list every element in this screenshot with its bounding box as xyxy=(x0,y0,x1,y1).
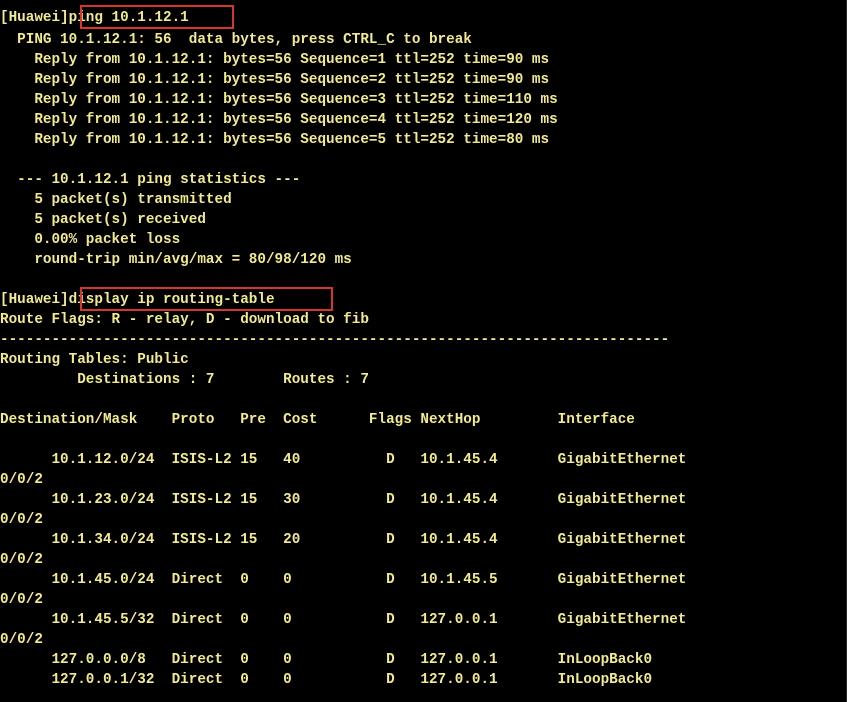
table-row: 127.0.0.1/32 Direct 0 0 D 127.0.0.1 InLo… xyxy=(0,672,653,688)
stats-title-line: --- 10.1.12.1 ping statistics --- xyxy=(0,172,301,188)
reply-line-1: Reply from 10.1.12.1: bytes=56 Sequence=… xyxy=(0,52,550,68)
table-row-continuation: 0/0/2 xyxy=(0,512,43,528)
table-row: 127.0.0.0/8 Direct 0 0 D 127.0.0.1 InLoo… xyxy=(0,652,653,668)
reply-line-2: Reply from 10.1.12.1: bytes=56 Sequence=… xyxy=(0,72,550,88)
reply-line-5: Reply from 10.1.12.1: bytes=56 Sequence=… xyxy=(0,132,550,148)
ping-header-line: PING 10.1.12.1: 56 data bytes, press CTR… xyxy=(0,32,472,48)
table-row: 10.1.23.0/24 ISIS-L2 15 30 D 10.1.45.4 G… xyxy=(0,492,687,508)
prompt-display-line: [Huawei]display ip routing-table xyxy=(0,292,275,308)
routing-tables-line: Routing Tables: Public xyxy=(0,352,189,368)
reply-line-4: Reply from 10.1.12.1: bytes=56 Sequence=… xyxy=(0,112,558,128)
destinations-routes-line: Destinations : 7 Routes : 7 xyxy=(0,372,369,388)
separator-line: ----------------------------------------… xyxy=(0,332,670,348)
route-flags-line: Route Flags: R - relay, D - download to … xyxy=(0,312,369,328)
stats-loss-line: 0.00% packet loss xyxy=(0,232,181,248)
table-row-continuation: 0/0/2 xyxy=(0,592,43,608)
table-row: 10.1.45.0/24 Direct 0 0 D 10.1.45.5 Giga… xyxy=(0,572,687,588)
stats-received-line: 5 packet(s) received xyxy=(0,212,206,228)
table-row: 10.1.45.5/32 Direct 0 0 D 127.0.0.1 Giga… xyxy=(0,612,687,628)
stats-transmitted-line: 5 packet(s) transmitted xyxy=(0,192,232,208)
table-row: 10.1.34.0/24 ISIS-L2 15 20 D 10.1.45.4 G… xyxy=(0,532,687,548)
table-row: 10.1.12.0/24 ISIS-L2 15 40 D 10.1.45.4 G… xyxy=(0,452,687,468)
table-header-line: Destination/Mask Proto Pre Cost Flags Ne… xyxy=(0,412,635,428)
table-row-continuation: 0/0/2 xyxy=(0,632,43,648)
prompt-ping-line: [Huawei]ping 10.1.12.1 xyxy=(0,10,189,26)
stats-rtt-line: round-trip min/avg/max = 80/98/120 ms xyxy=(0,252,352,268)
table-row-continuation: 0/0/2 xyxy=(0,552,43,568)
terminal-window[interactable]: [Huawei]ping 10.1.12.1 PING 10.1.12.1: 5… xyxy=(0,0,847,702)
reply-line-3: Reply from 10.1.12.1: bytes=56 Sequence=… xyxy=(0,92,558,108)
table-row-continuation: 0/0/2 xyxy=(0,472,43,488)
